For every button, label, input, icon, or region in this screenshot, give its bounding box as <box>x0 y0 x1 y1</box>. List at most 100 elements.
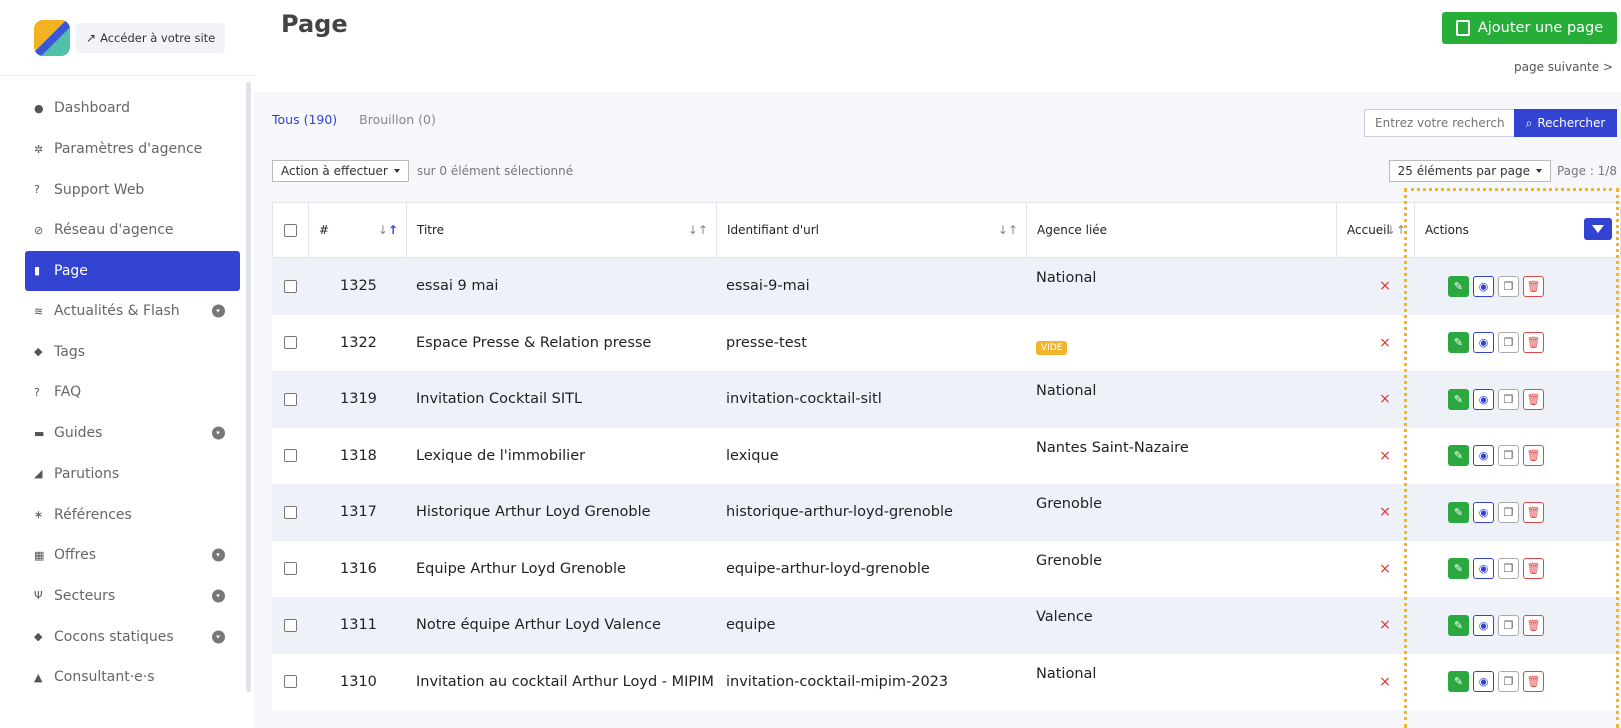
sidebar-item-14[interactable]: ▲ Consultant·e·s <box>0 657 254 698</box>
column-filter-button[interactable] <box>1584 218 1612 240</box>
expand-icon[interactable] <box>212 304 225 318</box>
sidebar-item-7[interactable]: ? FAQ <box>0 372 254 413</box>
delete-icon[interactable]: 🗑 <box>1523 332 1544 354</box>
delete-icon[interactable]: 🗑 <box>1523 558 1544 580</box>
search-button[interactable]: ⌕ Rechercher <box>1514 109 1617 137</box>
sidebar-item-2[interactable]: ? Support Web <box>0 169 254 210</box>
edit-icon[interactable]: ✎ <box>1448 332 1469 354</box>
filter-all[interactable]: Tous (190) <box>272 112 337 127</box>
edit-icon[interactable]: ✎ <box>1448 275 1469 297</box>
delete-icon[interactable]: 🗑 <box>1523 501 1544 523</box>
table-row[interactable]: 1310 Invitation au cocktail Arthur Loyd -… <box>272 653 1621 710</box>
edit-icon[interactable]: ✎ <box>1448 558 1469 580</box>
view-icon[interactable]: ◉ <box>1473 501 1494 523</box>
sidebar-item-12[interactable]: Ψ Secteurs <box>0 576 254 617</box>
table-row[interactable]: 1311 Notre équipe Arthur Loyd Valence equi… <box>272 597 1621 654</box>
table-row[interactable]: 1317 Historique Arthur Loyd Grenoble histo… <box>272 484 1621 541</box>
add-page-button[interactable]: Ajouter une page <box>1442 12 1617 44</box>
duplicate-icon[interactable]: ❐ <box>1498 275 1519 297</box>
select-all-checkbox[interactable] <box>284 223 297 237</box>
row-checkbox[interactable] <box>283 505 297 519</box>
sidebar-item-icon: ▬ <box>34 426 45 440</box>
header-home[interactable]: Accueil ↓↑ <box>1337 203 1415 257</box>
home-status-icon: × <box>1379 391 1391 408</box>
edit-icon[interactable]: ✎ <box>1448 614 1469 636</box>
delete-icon[interactable]: 🗑 <box>1523 275 1544 297</box>
edit-icon[interactable]: ✎ <box>1448 445 1469 467</box>
cell-agency: Valence <box>1026 597 1336 625</box>
sort-icon[interactable]: ↓↑ <box>1386 223 1406 237</box>
duplicate-icon[interactable]: ❐ <box>1498 501 1519 523</box>
edit-icon[interactable]: ✎ <box>1448 388 1469 410</box>
sidebar-item-11[interactable]: ▦ Offres <box>0 535 254 576</box>
visit-site-link[interactable]: ↗ Accéder à votre site <box>76 22 226 53</box>
row-checkbox[interactable] <box>283 562 297 576</box>
row-checkbox[interactable] <box>283 279 297 293</box>
sidebar-item-10[interactable]: ∗ Références <box>0 494 254 535</box>
sidebar-item-13[interactable]: ◆ Cocons statiques <box>0 616 254 657</box>
per-page-select[interactable]: 25 éléments par page <box>1388 160 1551 182</box>
cell-actions: ✎ ◉ ❐ 🗑 <box>1414 388 1621 410</box>
header-id[interactable]: # ↓↑ <box>309 203 407 257</box>
row-checkbox[interactable] <box>283 392 297 406</box>
sidebar-scrollbar[interactable] <box>246 82 251 692</box>
sidebar-item-3[interactable]: ⊘ Réseau d'agence <box>0 210 254 251</box>
duplicate-icon[interactable]: ❐ <box>1498 388 1519 410</box>
expand-icon[interactable] <box>212 589 225 603</box>
view-icon[interactable]: ◉ <box>1473 671 1494 693</box>
sort-icon[interactable]: ↓↑ <box>998 223 1018 237</box>
delete-icon[interactable]: 🗑 <box>1523 445 1544 467</box>
next-page-link[interactable]: page suivante > <box>1514 60 1613 74</box>
expand-icon[interactable] <box>212 548 225 562</box>
sidebar-item-label: Actualités & Flash <box>54 303 180 320</box>
view-icon[interactable]: ◉ <box>1473 445 1494 467</box>
cell-agency: VIDE <box>1026 315 1336 355</box>
view-icon[interactable]: ◉ <box>1473 388 1494 410</box>
expand-icon[interactable] <box>212 630 225 644</box>
view-icon[interactable]: ◉ <box>1473 558 1494 580</box>
expand-icon[interactable] <box>212 426 225 440</box>
cell-actions: ✎ ◉ ❐ 🗑 <box>1414 671 1621 693</box>
duplicate-icon[interactable]: ❐ <box>1498 671 1519 693</box>
filter-draft[interactable]: Brouillon (0) <box>359 112 436 127</box>
table-row[interactable]: 1316 Equipe Arthur Loyd Grenoble equipe-ar… <box>272 540 1621 597</box>
table-row[interactable]: 1319 Invitation Cocktail SITL invitation-c… <box>272 371 1621 428</box>
delete-icon[interactable]: 🗑 <box>1523 671 1544 693</box>
sidebar-item-8[interactable]: ▬ Guides <box>0 413 254 454</box>
header-title[interactable]: Titre ↓↑ <box>407 203 717 257</box>
sidebar-item-6[interactable]: ◆ Tags <box>0 331 254 372</box>
sidebar-item-9[interactable]: ◢ Parutions <box>0 454 254 495</box>
delete-icon[interactable]: 🗑 <box>1523 614 1544 636</box>
edit-icon[interactable]: ✎ <box>1448 671 1469 693</box>
view-icon[interactable]: ◉ <box>1473 275 1494 297</box>
view-icon[interactable]: ◉ <box>1473 614 1494 636</box>
sort-icon[interactable]: ↓↑ <box>378 223 398 237</box>
table-row[interactable]: 1322 Espace Presse & Relation presse press… <box>272 314 1621 371</box>
duplicate-icon[interactable]: ❐ <box>1498 445 1519 467</box>
duplicate-icon[interactable]: ❐ <box>1498 558 1519 580</box>
sort-icon[interactable]: ↓↑ <box>688 223 708 237</box>
table-row[interactable]: 1325 essai 9 mai essai-9-mai National × ✎ ◉ ❐ 🗑 <box>272 258 1621 315</box>
row-checkbox[interactable] <box>283 675 297 689</box>
header-url[interactable]: Identifiant d'url ↓↑ <box>717 203 1027 257</box>
view-icon[interactable]: ◉ <box>1473 332 1494 354</box>
sidebar-item-label: Secteurs <box>54 587 116 604</box>
search-input[interactable] <box>1364 109 1514 137</box>
row-checkbox[interactable] <box>283 336 297 350</box>
sidebar-item-5[interactable]: ≋ Actualités & Flash <box>0 291 254 332</box>
sidebar-item-0[interactable]: ● Dashboard <box>0 88 254 129</box>
duplicate-icon[interactable]: ❐ <box>1498 332 1519 354</box>
row-checkbox[interactable] <box>283 618 297 632</box>
sidebar-item-4[interactable]: ▮ Page <box>25 250 240 291</box>
row-checkbox[interactable] <box>283 449 297 463</box>
table-row[interactable]: 1318 Lexique de l'immobilier lexique Nantes… <box>272 427 1621 484</box>
edit-icon[interactable]: ✎ <box>1448 501 1469 523</box>
per-page-label: 25 éléments par page <box>1397 164 1530 178</box>
duplicate-icon[interactable]: ❐ <box>1498 614 1519 636</box>
sidebar-item-1[interactable]: ✲ Paramètres d'agence <box>0 129 254 170</box>
table-body: 1325 essai 9 mai essai-9-mai National × ✎ ◉ ❐ 🗑 1… <box>272 258 1621 710</box>
logo[interactable] <box>34 19 70 56</box>
bulk-action-select[interactable]: Action à effectuer <box>272 160 409 182</box>
delete-icon[interactable]: 🗑 <box>1523 388 1544 410</box>
cell-title: Lexique de l'immobilier <box>416 447 586 464</box>
